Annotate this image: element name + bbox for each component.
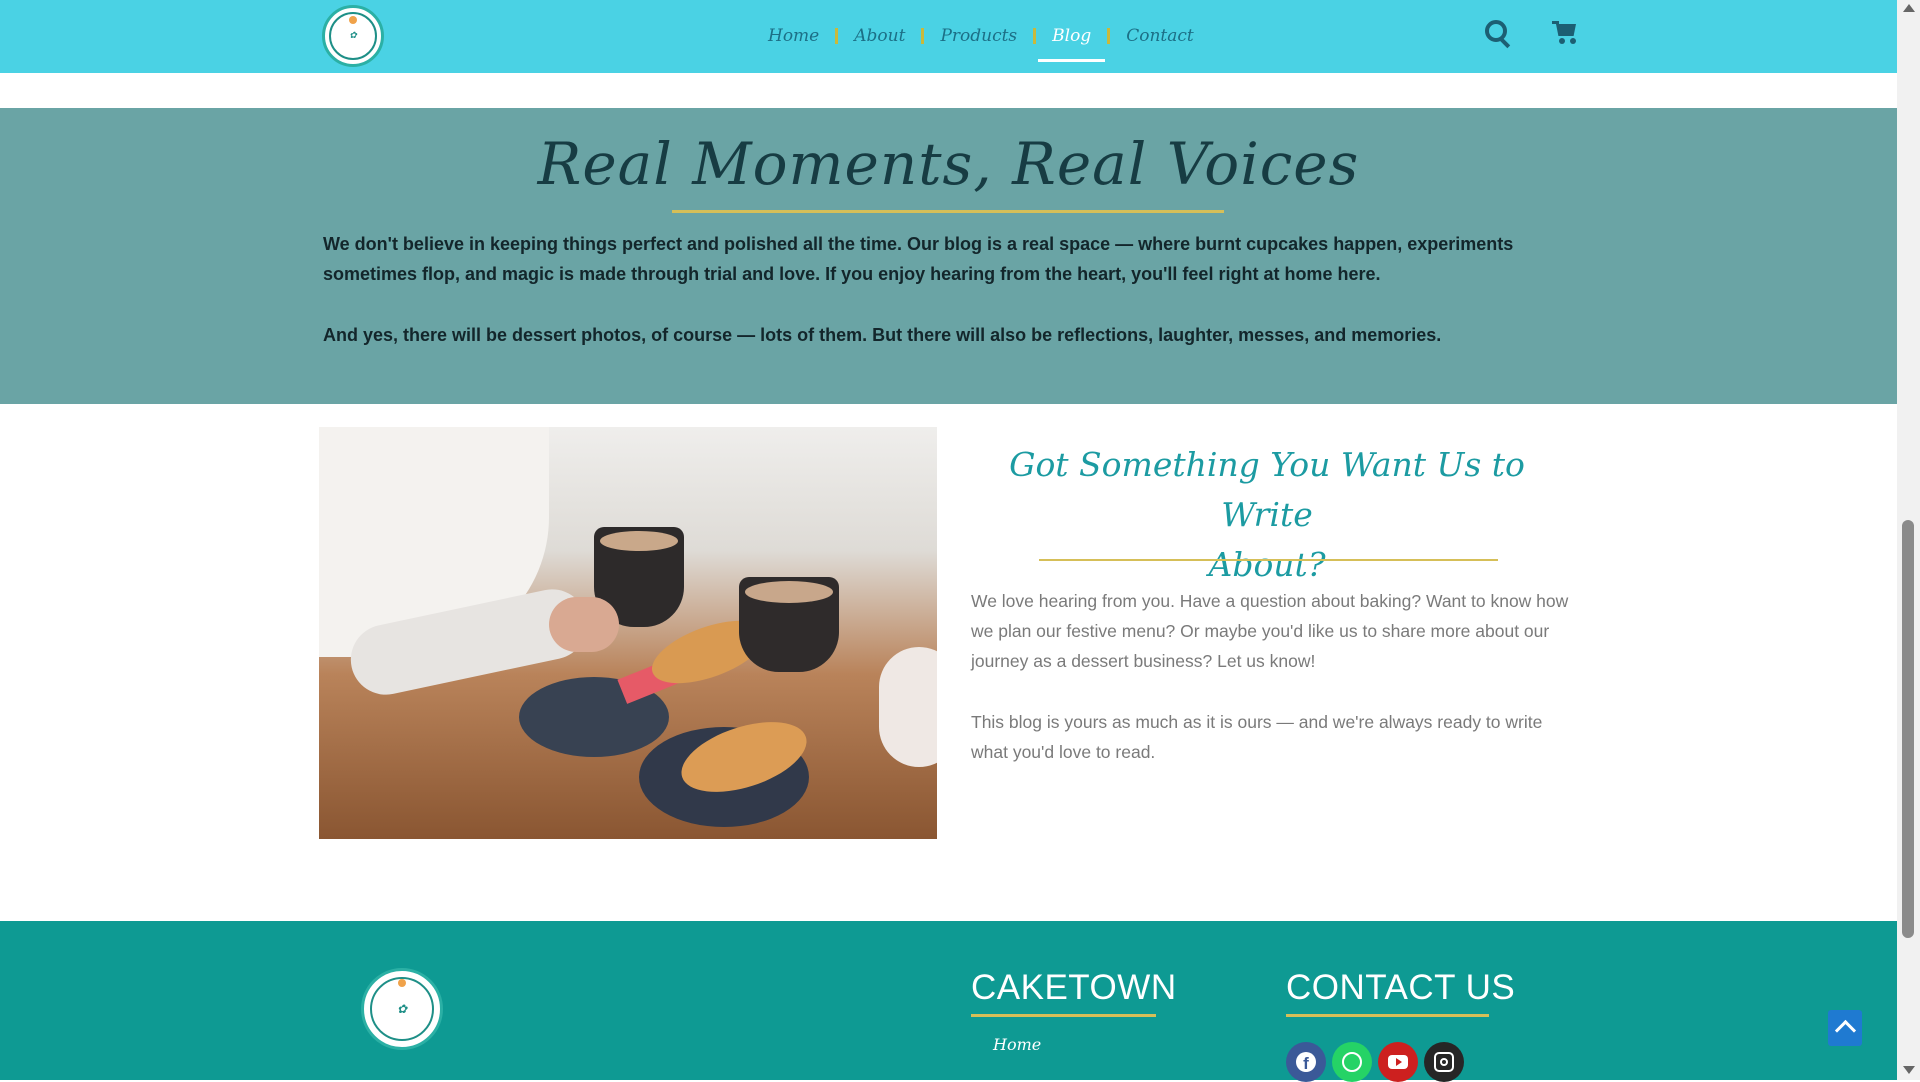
intro-title-underline	[672, 210, 1224, 213]
footer-caketown-underline	[971, 1014, 1156, 1017]
feature-paragraph-1: We love hearing from you. Have a questio…	[971, 591, 1569, 671]
scroll-down-arrow-icon[interactable]	[1903, 1066, 1915, 1074]
footer-contact-underline	[1286, 1014, 1489, 1017]
site-logo[interactable]: ✿	[322, 5, 384, 67]
logo-cake-icon	[398, 979, 406, 987]
main-nav: Home About Products Blog Contact	[752, 20, 1210, 62]
logo-cake-icon	[349, 16, 357, 24]
whatsapp-icon[interactable]	[1332, 1042, 1372, 1082]
intro-title: Real Moments, Real Voices	[537, 130, 1360, 198]
nav-products[interactable]: Products	[924, 20, 1033, 52]
intro-paragraph-2: And yes, there will be dessert photos, o…	[323, 325, 1442, 345]
nav-home[interactable]: Home	[752, 20, 835, 52]
site-footer	[0, 921, 1897, 1080]
coffee-croissant-photo	[319, 427, 937, 839]
scroll-up-arrow-icon[interactable]	[1903, 4, 1915, 12]
scrollbar-thumb[interactable]	[1902, 520, 1914, 938]
instagram-icon[interactable]	[1424, 1042, 1464, 1082]
feature-title: Got Something You Want Us to Write About…	[967, 440, 1567, 590]
youtube-icon[interactable]	[1378, 1042, 1418, 1082]
feature-title-underline	[1039, 559, 1498, 561]
footer-caketown-heading: CAKETOWN	[971, 968, 1177, 1007]
site-header: ✿ Home About Products Blog Contact	[0, 0, 1897, 73]
feature-paragraph-2: This blog is yours as much as it is ours…	[971, 712, 1543, 762]
nav-contact[interactable]: Contact	[1110, 20, 1210, 52]
search-icon[interactable]	[1482, 18, 1512, 48]
facebook-icon[interactable]: f	[1286, 1042, 1326, 1082]
page-scrollbar[interactable]	[1897, 0, 1920, 1080]
footer-logo[interactable]: ✿	[361, 968, 443, 1050]
footer-contact-heading: CONTACT US	[1286, 968, 1516, 1007]
back-to-top-button[interactable]	[1828, 1010, 1862, 1046]
nav-blog[interactable]: Blog	[1036, 20, 1107, 62]
footer-link-home[interactable]: Home	[993, 1035, 1041, 1054]
nav-about[interactable]: About	[838, 20, 921, 52]
cart-icon[interactable]	[1552, 18, 1582, 48]
feature-title-line-2: About?	[1208, 545, 1326, 584]
intro-paragraph-1: We don't believe in keeping things perfe…	[323, 234, 1514, 284]
feature-title-line-1: Got Something You Want Us to Write	[1009, 445, 1525, 534]
